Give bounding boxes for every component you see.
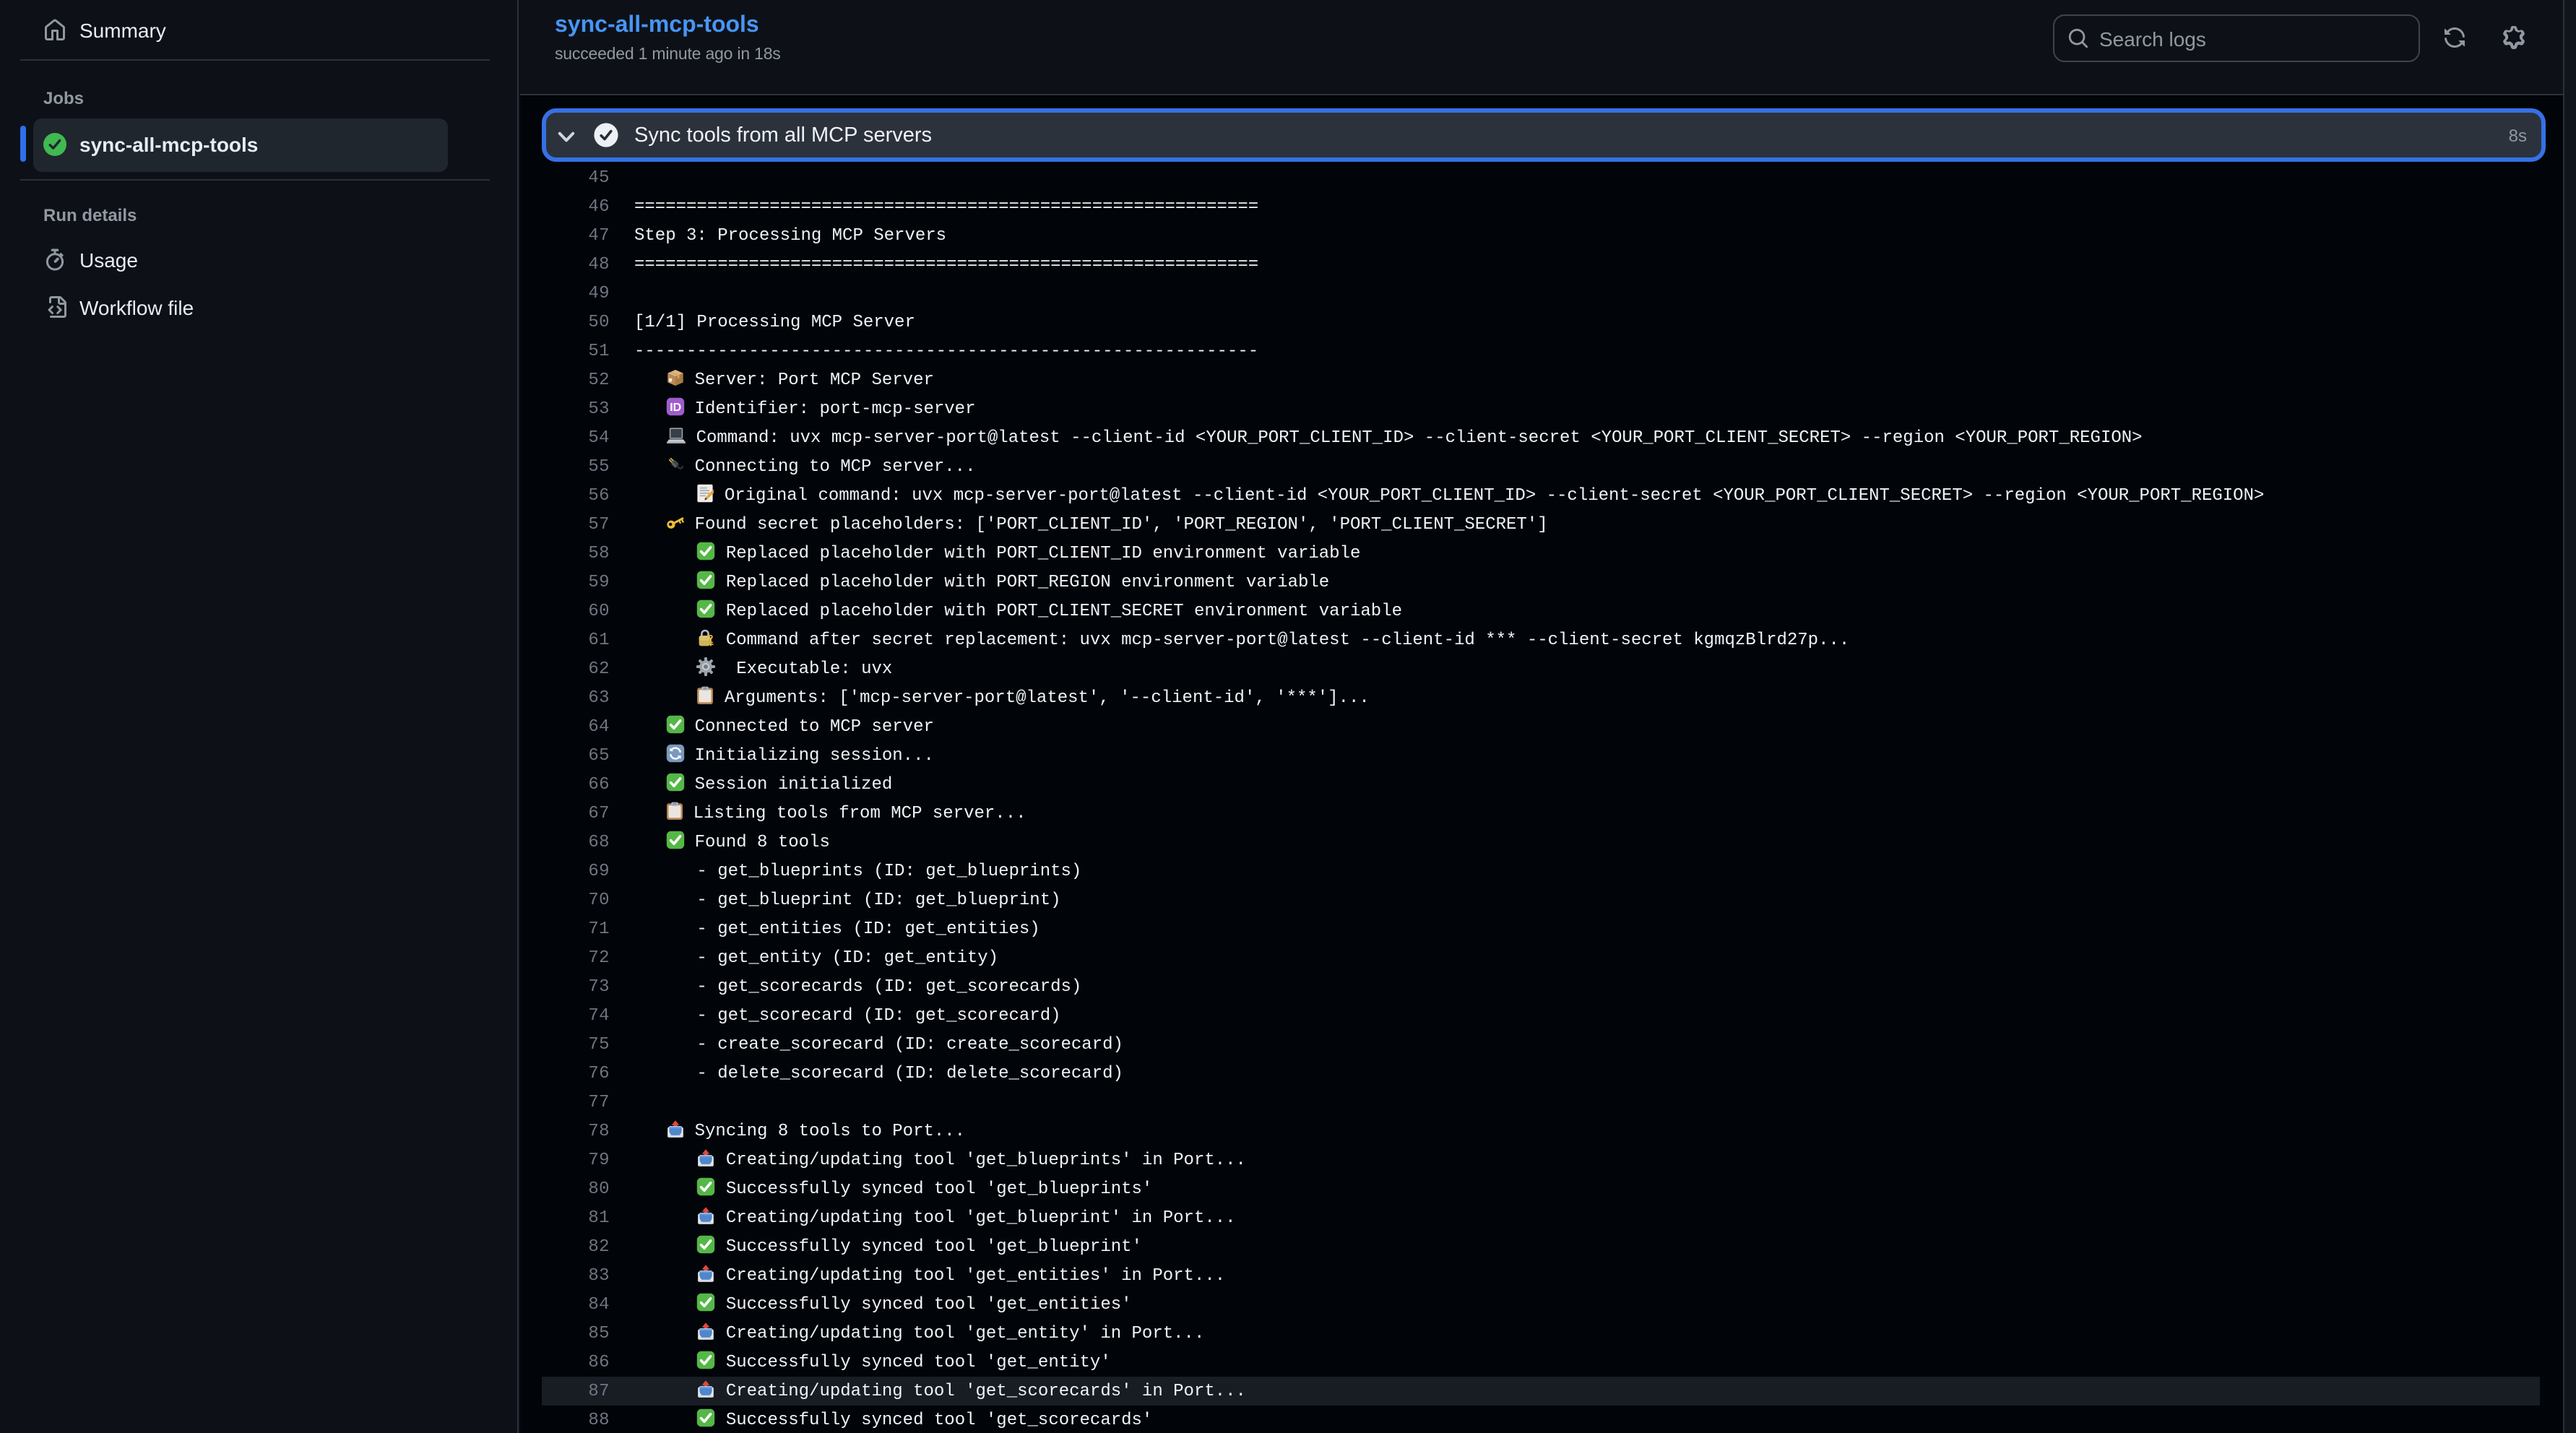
svg-text:ID: ID [669,402,680,414]
